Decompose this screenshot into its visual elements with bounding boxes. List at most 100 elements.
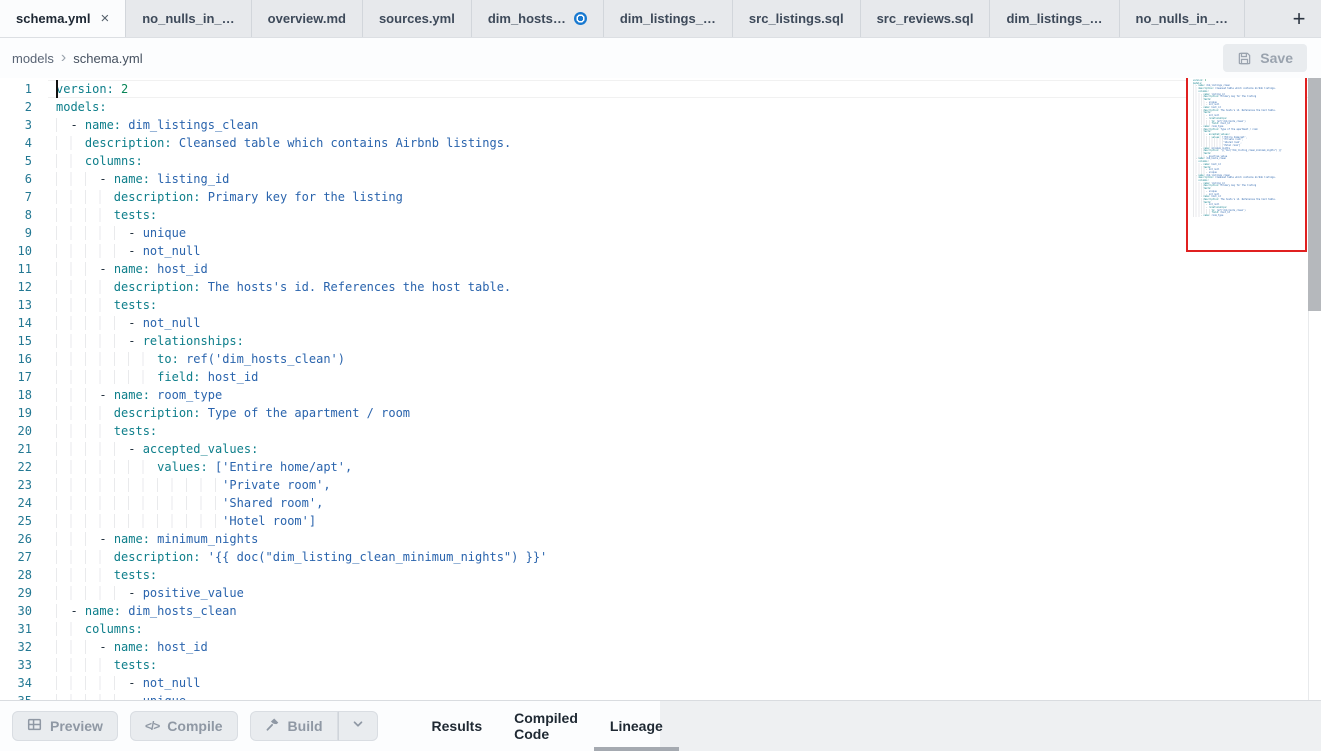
save-icon — [1237, 51, 1252, 66]
code-line[interactable]: 5 columns: — [0, 152, 1321, 170]
code-line[interactable]: 6 - name: listing_id — [0, 170, 1321, 188]
code-line[interactable]: 29 - positive_value — [0, 584, 1321, 602]
code-line[interactable]: 33 tests: — [0, 656, 1321, 674]
code-icon: </> — [145, 719, 159, 733]
code-line[interactable]: 11 - name: host_id — [0, 260, 1321, 278]
line-number: 3 — [0, 116, 48, 134]
panel-tab-lineage[interactable]: Lineage — [594, 701, 679, 751]
minimap[interactable]: version: 2models: - name: dim_listings_c… — [1193, 80, 1305, 218]
close-icon[interactable]: × — [100, 11, 109, 26]
breadcrumb: models › schema.yml — [12, 49, 143, 67]
code-line[interactable]: 32 - name: host_id — [0, 638, 1321, 656]
minimap-highlight-box: version: 2models: - name: dim_listings_c… — [1186, 78, 1307, 252]
code-line[interactable]: 8 tests: — [0, 206, 1321, 224]
tab-overview.md[interactable]: overview.md — [252, 0, 363, 37]
breadcrumb-folder[interactable]: models — [12, 51, 54, 66]
code-line[interactable]: 10 - not_null — [0, 242, 1321, 260]
code-line[interactable]: 12 description: The hosts's id. Referenc… — [0, 278, 1321, 296]
tab-dim_hosts[interactable]: dim_hosts… — [472, 0, 604, 37]
code-line[interactable]: 27 description: '{{ doc("dim_listing_cle… — [0, 548, 1321, 566]
line-number: 7 — [0, 188, 48, 206]
line-number: 34 — [0, 674, 48, 692]
panel-tab-results[interactable]: Results — [416, 701, 499, 751]
tab-sources.yml[interactable]: sources.yml — [363, 0, 472, 37]
code-line[interactable]: 35 - unique — [0, 692, 1321, 700]
bottom-panel-left: Preview </> Compile Build Re — [0, 701, 660, 751]
line-number: 9 — [0, 224, 48, 242]
code-line[interactable]: 24 'Shared room', — [0, 494, 1321, 512]
code-line[interactable]: 3 - name: dim_listings_clean — [0, 116, 1321, 134]
code-line[interactable]: 9 - unique — [0, 224, 1321, 242]
build-button-group: Build — [250, 711, 378, 741]
line-number: 12 — [0, 278, 48, 296]
editor-tab-bar: schema.yml × no_nulls_in_… overview.md sourc… — [0, 0, 1321, 38]
chevron-right-icon: › — [61, 49, 66, 67]
tab-label: src_listings.sql — [749, 11, 844, 26]
code-line[interactable]: 31 columns: — [0, 620, 1321, 638]
code-line[interactable]: 26 - name: minimum_nights — [0, 530, 1321, 548]
line-number: 17 — [0, 368, 48, 386]
tab-dim_listings_[interactable]: dim_listings_… — [990, 0, 1119, 37]
vertical-scrollbar[interactable] — [1308, 78, 1321, 700]
hammer-icon — [265, 717, 280, 735]
code-line[interactable]: 4 description: Cleansed table which cont… — [0, 134, 1321, 152]
text-cursor — [56, 80, 58, 98]
compile-button[interactable]: </> Compile — [130, 711, 238, 741]
tab-dim_listings_[interactable]: dim_listings_… — [604, 0, 733, 37]
code-line[interactable]: 1version: 2 — [0, 80, 1321, 98]
tab-label: src_reviews.sql — [877, 11, 974, 26]
code-line[interactable]: 17 field: host_id — [0, 368, 1321, 386]
code-line[interactable]: 21 - accepted_values: — [0, 440, 1321, 458]
line-number: 24 — [0, 494, 48, 512]
panel-tab-compiled-code[interactable]: Compiled Code — [498, 701, 594, 751]
code-line[interactable]: 19 description: Type of the apartment / … — [0, 404, 1321, 422]
tab-schema.yml[interactable]: schema.yml × — [0, 0, 126, 37]
code-line[interactable]: 14 - not_null — [0, 314, 1321, 332]
code-editor[interactable]: 1version: 22models:3 - name: dim_listing… — [0, 78, 1321, 700]
code-line[interactable]: 34 - not_null — [0, 674, 1321, 692]
line-number: 2 — [0, 98, 48, 116]
tab-no_nulls_in_[interactable]: no_nulls_in_… — [126, 0, 251, 37]
save-button[interactable]: Save — [1223, 44, 1307, 72]
line-number: 26 — [0, 530, 48, 548]
code-line[interactable]: 30 - name: dim_hosts_clean — [0, 602, 1321, 620]
line-number: 10 — [0, 242, 48, 260]
line-number: 31 — [0, 620, 48, 638]
code-line[interactable]: 7 description: Primary key for the listi… — [0, 188, 1321, 206]
code-line[interactable]: 25 'Hotel room'] — [0, 512, 1321, 530]
new-tab-button[interactable]: + — [1277, 0, 1321, 37]
tab-label: schema.yml — [16, 11, 90, 26]
build-dropdown-button[interactable] — [338, 711, 378, 741]
tab-src_listings.sql[interactable]: src_listings.sql — [733, 0, 861, 37]
line-number: 19 — [0, 404, 48, 422]
save-button-label: Save — [1260, 50, 1293, 66]
build-button[interactable]: Build — [250, 711, 338, 741]
code-line[interactable]: 13 tests: — [0, 296, 1321, 314]
code-line[interactable]: 16 to: ref('dim_hosts_clean') — [0, 350, 1321, 368]
line-number: 5 — [0, 152, 48, 170]
line-number: 4 — [0, 134, 48, 152]
code-line[interactable]: 18 - name: room_type — [0, 386, 1321, 404]
tab-label: sources.yml — [379, 11, 455, 26]
code-line[interactable]: 23 'Private room', — [0, 476, 1321, 494]
line-number: 11 — [0, 260, 48, 278]
code-line[interactable]: 15 - relationships: — [0, 332, 1321, 350]
bottom-panel-bar: Preview </> Compile Build Re — [0, 700, 1321, 751]
compile-button-label: Compile — [167, 718, 222, 734]
scrollbar-thumb[interactable] — [1308, 78, 1321, 311]
code-line[interactable]: 2models: — [0, 98, 1321, 116]
line-number: 27 — [0, 548, 48, 566]
code-line[interactable]: 22 values: ['Entire home/apt', — [0, 458, 1321, 476]
tab-label: no_nulls_in_… — [142, 11, 234, 26]
line-number: 8 — [0, 206, 48, 224]
tab-no_nulls_in_[interactable]: no_nulls_in_… — [1120, 0, 1245, 37]
line-number: 16 — [0, 350, 48, 368]
code-line[interactable]: 28 tests: — [0, 566, 1321, 584]
tab-src_reviews.sql[interactable]: src_reviews.sql — [861, 0, 991, 37]
line-number: 14 — [0, 314, 48, 332]
preview-button-label: Preview — [50, 718, 103, 734]
line-number: 28 — [0, 566, 48, 584]
preview-button[interactable]: Preview — [12, 711, 118, 741]
line-number: 21 — [0, 440, 48, 458]
code-line[interactable]: 20 tests: — [0, 422, 1321, 440]
